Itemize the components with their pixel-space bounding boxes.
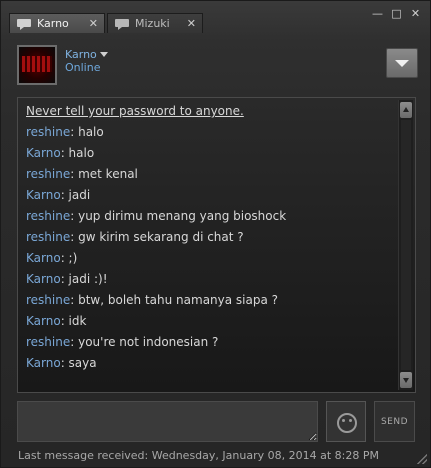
sender-separator: :	[70, 335, 79, 349]
message-line: reshine: yup dirimu menang yang bioshock	[26, 209, 396, 230]
message-text: saya	[68, 356, 97, 370]
tab-label: Karno	[37, 17, 69, 30]
message-sender[interactable]: reshine	[26, 209, 70, 223]
message-line: Karno: saya	[26, 356, 396, 377]
scroll-track[interactable]	[401, 120, 411, 370]
message-sender[interactable]: reshine	[26, 125, 70, 139]
smiley-icon	[337, 413, 357, 433]
message-line: reshine: you're not indonesian ?	[26, 335, 396, 356]
sender-separator: :	[60, 251, 69, 265]
security-warning: Never tell your password to anyone.	[26, 104, 244, 118]
arrow-down-icon	[403, 378, 409, 383]
message-text: ;)	[68, 251, 78, 265]
message-text: btw, boleh tahu namanya siapa ?	[78, 293, 279, 307]
message-list: Never tell your password to anyone. resh…	[26, 104, 396, 377]
tab-label: Mizuki	[135, 17, 170, 30]
message-line: reshine: btw, boleh tahu namanya siapa ?	[26, 293, 396, 314]
sender-separator: :	[60, 356, 69, 370]
sender-separator: :	[60, 272, 69, 286]
sender-separator: :	[70, 293, 79, 307]
message-sender[interactable]: reshine	[26, 293, 70, 307]
scrollbar[interactable]	[398, 100, 413, 390]
contact-name[interactable]: Karno	[65, 48, 97, 61]
sender-separator: :	[60, 188, 69, 202]
message-sender[interactable]: Karno	[26, 272, 61, 286]
avatar[interactable]	[17, 45, 57, 85]
arrow-up-icon	[403, 107, 409, 112]
last-message-status: Last message received: Wednesday, Januar…	[18, 449, 379, 462]
message-line: reshine: gw kirim sekarang di chat ?	[26, 230, 396, 251]
chat-window: Karno ✕ Mizuki ✕ — □ ✕ Karno Online Neve…	[0, 0, 431, 468]
tab-mizuki[interactable]: Mizuki ✕	[107, 13, 203, 33]
message-sender[interactable]: reshine	[26, 335, 70, 349]
message-text: idk	[68, 314, 87, 328]
emoticon-button[interactable]	[326, 401, 366, 442]
message-text: halo	[78, 125, 104, 139]
message-text: gw kirim sekarang di chat ?	[78, 230, 244, 244]
message-input[interactable]	[17, 401, 318, 442]
message-line: Karno: idk	[26, 314, 396, 335]
sender-separator: :	[70, 167, 79, 181]
message-line: reshine: met kenal	[26, 167, 396, 188]
message-text: met kenal	[78, 167, 138, 181]
message-text: yup dirimu menang yang bioshock	[78, 209, 287, 223]
chat-bubble-icon	[17, 18, 31, 30]
message-sender[interactable]: Karno	[26, 146, 61, 160]
message-text: you're not indonesian ?	[78, 335, 219, 349]
send-button[interactable]: SEND	[374, 401, 415, 442]
tab-close-icon[interactable]: ✕	[89, 17, 98, 30]
sender-separator: :	[60, 314, 69, 328]
contact-status: Online	[65, 61, 101, 74]
window-controls: — □ ✕	[371, 7, 422, 20]
message-line: Karno: halo	[26, 146, 396, 167]
close-icon[interactable]: ✕	[409, 7, 422, 20]
minimize-icon[interactable]: —	[371, 7, 384, 20]
tab-karno[interactable]: Karno ✕	[9, 13, 105, 33]
sender-separator: :	[60, 146, 69, 160]
chevron-down-icon[interactable]	[100, 52, 108, 57]
sender-separator: :	[70, 209, 79, 223]
message-line: Karno: jadi :)!	[26, 272, 396, 293]
resize-grip-icon[interactable]	[417, 454, 427, 464]
message-sender[interactable]: Karno	[26, 188, 61, 202]
chat-bubble-icon	[115, 18, 129, 30]
message-line: Karno: ;)	[26, 251, 396, 272]
message-line: Karno: jadi	[26, 188, 396, 209]
message-line: reshine: halo	[26, 125, 396, 146]
message-text: jadi :)!	[68, 272, 108, 286]
options-dropdown-button[interactable]	[386, 48, 418, 78]
message-sender[interactable]: Karno	[26, 356, 61, 370]
message-sender[interactable]: reshine	[26, 230, 70, 244]
message-text: halo	[68, 146, 95, 160]
maximize-icon[interactable]: □	[390, 7, 403, 20]
message-sender[interactable]: Karno	[26, 314, 61, 328]
message-sender[interactable]: reshine	[26, 167, 70, 181]
avatar-image	[22, 56, 52, 72]
scroll-down-button[interactable]	[400, 372, 412, 388]
scroll-up-button[interactable]	[400, 102, 412, 118]
message-sender[interactable]: Karno	[26, 251, 61, 265]
sender-separator: :	[70, 230, 79, 244]
chevron-down-icon	[395, 60, 409, 67]
tab-close-icon[interactable]: ✕	[187, 17, 196, 30]
sender-separator: :	[70, 125, 79, 139]
chat-log[interactable]: Never tell your password to anyone. resh…	[17, 97, 416, 393]
message-text: jadi	[68, 188, 91, 202]
